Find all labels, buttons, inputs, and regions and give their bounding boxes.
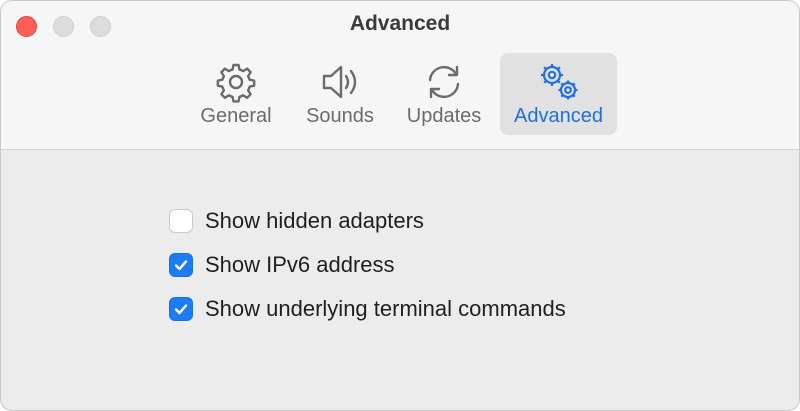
checkmark-icon bbox=[174, 260, 188, 271]
tab-sounds[interactable]: Sounds bbox=[295, 53, 385, 135]
toolbar: Advanced General Sounds Updates Advanced bbox=[1, 1, 799, 150]
tab-general-label: General bbox=[200, 105, 272, 127]
option-show-hidden-adapters[interactable]: Show hidden adapters bbox=[169, 199, 566, 243]
tab-general[interactable]: General bbox=[191, 53, 281, 135]
preferences-window: Advanced General Sounds Updates Advanced… bbox=[0, 0, 800, 411]
tab-advanced[interactable]: Advanced bbox=[500, 53, 617, 135]
tab-sounds-label: Sounds bbox=[306, 105, 374, 127]
option-show-ipv6-address[interactable]: Show IPv6 address bbox=[169, 243, 566, 287]
gear-icon bbox=[216, 63, 256, 103]
tab-updates-label: Updates bbox=[406, 105, 482, 127]
advanced-options: Show hidden adapters Show IPv6 address S… bbox=[169, 199, 566, 331]
refresh-icon bbox=[428, 65, 460, 99]
gears-icon bbox=[540, 64, 577, 100]
speaker-icon bbox=[322, 65, 357, 99]
option-label: Show underlying terminal commands bbox=[205, 296, 566, 321]
checkbox-unchecked[interactable] bbox=[169, 209, 193, 233]
option-label: Show hidden adapters bbox=[205, 208, 424, 233]
tab-advanced-label: Advanced bbox=[514, 105, 603, 127]
checkbox-checked[interactable] bbox=[169, 297, 193, 321]
window-title: Advanced bbox=[349, 12, 451, 35]
option-show-terminal-commands[interactable]: Show underlying terminal commands bbox=[169, 287, 566, 331]
tab-updates[interactable]: Updates bbox=[399, 53, 489, 135]
checkmark-icon bbox=[174, 304, 188, 315]
option-label: Show IPv6 address bbox=[205, 252, 395, 277]
checkbox-checked[interactable] bbox=[169, 253, 193, 277]
